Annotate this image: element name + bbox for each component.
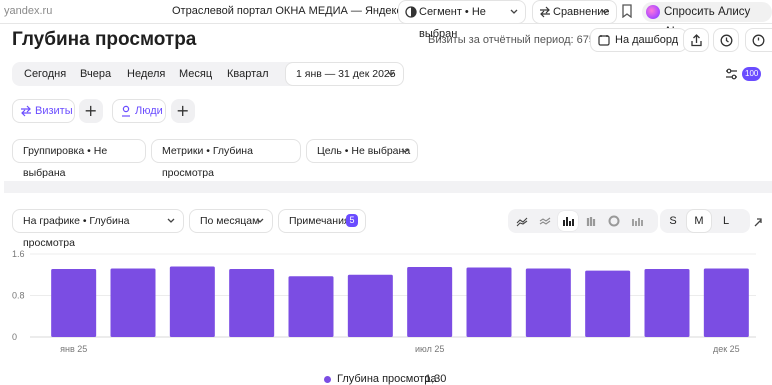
more-icon	[752, 34, 765, 47]
metrics-label: Метрики • Глубина просмотра	[162, 145, 253, 179]
size-s-button[interactable]: S	[660, 209, 686, 233]
bar-янв-25[interactable]	[51, 269, 97, 337]
bar-апр-25[interactable]	[229, 269, 275, 337]
chart-type-area[interactable]	[535, 211, 555, 231]
segment-visits-button[interactable]: Визиты	[12, 99, 75, 123]
chart-type-stacked[interactable]	[581, 211, 601, 231]
clock-icon	[720, 34, 733, 47]
chart-type-bar[interactable]	[558, 211, 578, 231]
settings-badge: 100	[742, 67, 762, 81]
chevron-down-icon	[601, 9, 609, 14]
segment-people-button[interactable]: Люди	[112, 99, 166, 123]
plus-icon: +	[84, 101, 98, 120]
stacked-bar-icon	[586, 217, 596, 226]
compare-icon	[540, 6, 550, 18]
grouping-filter[interactable]: Группировка • Не выбрана	[12, 139, 146, 179]
bar-сен-25[interactable]	[525, 268, 571, 337]
detail-selector[interactable]: По месяцам	[189, 209, 273, 233]
notes-count-badge: 5	[346, 214, 358, 227]
area-chart-icon	[539, 217, 551, 225]
bar-дек-25[interactable]	[703, 268, 749, 337]
x-tick-label: июл 25	[415, 344, 444, 354]
legend-value: 1,30	[425, 373, 447, 385]
people-label: Люди	[135, 105, 163, 117]
visits-icon	[21, 105, 31, 117]
visits-label: Визиты	[35, 105, 73, 117]
chart-size-selector: S M L	[660, 209, 750, 233]
add-to-dashboard-button[interactable]: На дашборд	[590, 28, 688, 52]
bar-окт-25[interactable]	[585, 270, 631, 337]
date-range-picker[interactable]: 1 янв — 31 дек 2025	[285, 62, 404, 86]
bar-ноя-25[interactable]	[644, 269, 690, 337]
bar-chart-icon	[563, 217, 574, 226]
period-tab-yesterday[interactable]: Вчера	[80, 62, 111, 86]
line-chart-icon	[516, 217, 528, 227]
period-tab-month[interactable]: Месяц	[179, 62, 212, 86]
segment-selector[interactable]: Сегмент • Не выбран	[398, 0, 526, 40]
y-tick-label: 0.8	[12, 291, 25, 301]
segment-icon	[405, 6, 417, 18]
detail-label: По месяцам	[200, 215, 260, 227]
bar-июл-25[interactable]	[407, 266, 453, 337]
chart-type-pie[interactable]	[604, 211, 624, 231]
sliders-icon	[726, 68, 737, 80]
add-people-segment-button[interactable]: +	[171, 99, 195, 123]
compare-selector[interactable]: Сравнение	[532, 0, 617, 24]
more-actions-button[interactable]	[745, 28, 772, 52]
bar-фев-25[interactable]	[110, 268, 156, 337]
date-range-value: 1 янв — 31 дек 2025	[296, 68, 396, 80]
add-visits-segment-button[interactable]: +	[79, 99, 103, 123]
browser-bar: yandex.ru Отраслевой портал ОКНА МЕДИА —…	[0, 0, 772, 38]
history-button[interactable]	[713, 28, 739, 52]
expand-icon[interactable]	[752, 216, 772, 228]
chevron-down-icon	[256, 218, 264, 223]
bar-май-25[interactable]	[288, 276, 334, 337]
section-divider	[4, 181, 772, 193]
metrics-filter[interactable]: Метрики • Глубина просмотра	[151, 139, 301, 179]
plus-icon: +	[176, 101, 190, 120]
y-tick-label: 1.6	[12, 249, 25, 259]
x-tick-label: дек 25	[713, 344, 740, 354]
chevron-down-icon	[401, 148, 409, 153]
person-icon	[122, 105, 130, 117]
share-button[interactable]	[683, 28, 709, 52]
chart-type-selector	[508, 209, 658, 233]
address-bar[interactable]: yandex.ru	[4, 5, 52, 17]
chevron-down-icon	[387, 71, 395, 76]
legend-swatch	[324, 376, 331, 383]
chevron-down-icon	[167, 218, 175, 223]
alice-icon	[646, 5, 660, 19]
goal-label: Цель • Не выбрана	[317, 145, 411, 157]
dashboard-icon	[598, 35, 610, 46]
chart-type-line[interactable]	[512, 211, 532, 231]
share-icon	[691, 34, 702, 47]
column-chart-icon	[632, 218, 643, 226]
period-tab-today[interactable]: Сегодня	[24, 62, 66, 86]
bar-chart: 0 0.8 1.6 янв 25 июл 25 дек 25	[12, 249, 756, 354]
pie-chart-icon	[608, 215, 620, 227]
size-m-button[interactable]: M	[686, 209, 712, 233]
size-l-button[interactable]: L	[713, 209, 739, 233]
period-tab-week[interactable]: Неделя	[127, 62, 165, 86]
bar-июн-25[interactable]	[347, 274, 393, 337]
notes-label: Примечания	[289, 215, 350, 227]
bookmark-icon[interactable]	[622, 4, 632, 18]
chart-metric-selector[interactable]: На графике • Глубина просмотра	[12, 209, 184, 249]
chart-type-columns[interactable]	[627, 211, 647, 231]
dashboard-label: На дашборд	[615, 34, 679, 46]
x-tick-label: янв 25	[60, 344, 87, 354]
ask-alice-button[interactable]: Спросить Алису AI	[642, 2, 772, 38]
chevron-down-icon	[510, 9, 518, 14]
goal-filter[interactable]: Цель • Не выбрана	[306, 139, 418, 163]
legend-label: Глубина просмотра	[337, 373, 437, 385]
y-tick-label: 0	[12, 332, 17, 342]
bar-авг-25[interactable]	[466, 267, 512, 337]
page-title: Глубина просмотра	[12, 29, 197, 50]
period-tab-quarter[interactable]: Квартал	[227, 62, 269, 86]
period-selector: Сегодня Вчера Неделя Месяц Квартал 1 янв…	[12, 62, 404, 86]
bar-мар-25[interactable]	[169, 266, 215, 337]
grouping-label: Группировка • Не выбрана	[23, 145, 108, 179]
